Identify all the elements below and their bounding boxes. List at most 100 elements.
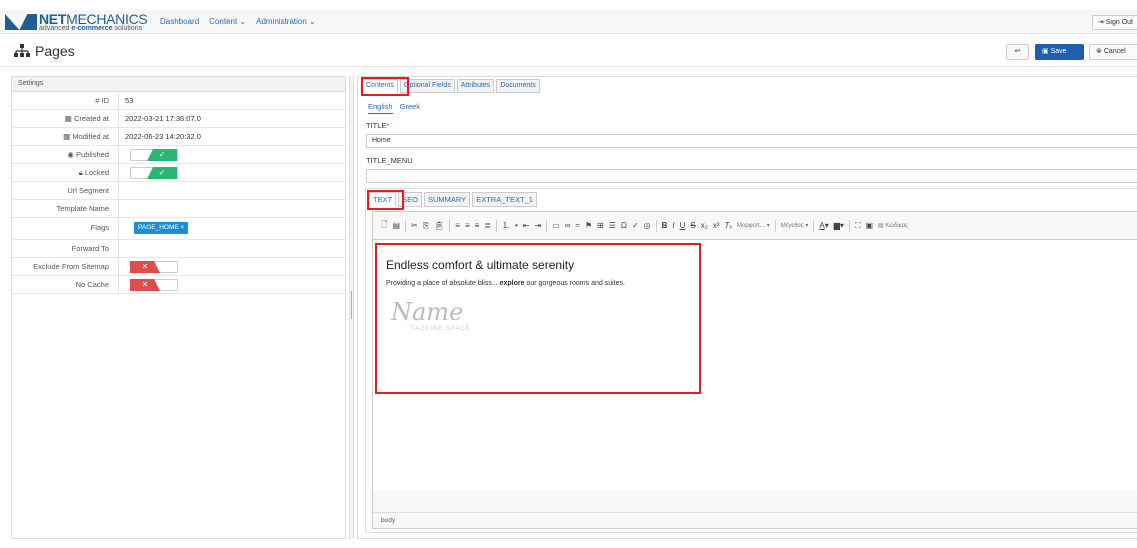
- bold-icon[interactable]: B: [662, 221, 668, 230]
- image-icon[interactable]: ▭: [552, 221, 560, 230]
- align-left-icon[interactable]: ≡: [455, 221, 460, 230]
- underline-icon[interactable]: U: [680, 221, 686, 230]
- forward-to-field[interactable]: [118, 240, 125, 257]
- align-center-icon[interactable]: ≡: [465, 221, 470, 230]
- unlink-icon[interactable]: ≈: [575, 221, 579, 230]
- editor-status-bar[interactable]: body: [373, 512, 1137, 528]
- text-color-icon[interactable]: A▾: [819, 221, 828, 230]
- brand-logo[interactable]: NETMECHANICS advanced e-commerce solutio…: [5, 12, 148, 32]
- superscript-icon[interactable]: x²: [713, 221, 720, 230]
- flags-label: Flags: [90, 223, 109, 232]
- template-name-label: Template Name: [56, 204, 109, 213]
- source-label: Κώδικας: [885, 223, 908, 229]
- nav-dashboard[interactable]: Dashboard: [160, 17, 199, 26]
- back-arrow-icon: ↩: [1014, 48, 1021, 55]
- link-icon[interactable]: ∞: [565, 221, 571, 230]
- special-char-icon[interactable]: Ω: [621, 221, 627, 230]
- editor-paragraph[interactable]: Providing a place of absolute bliss... e…: [386, 280, 625, 287]
- subscript-icon[interactable]: x₂: [701, 221, 708, 230]
- template-name-field[interactable]: [118, 200, 125, 217]
- sign-out-button[interactable]: ⇥ Sign Out: [1091, 15, 1137, 30]
- title-input[interactable]: Home: [366, 134, 1137, 148]
- settings-row-flags: Flags PAGE_HOME ×: [12, 218, 345, 240]
- published-toggle[interactable]: ✓: [130, 149, 178, 161]
- highlight-box: [367, 190, 404, 210]
- settings-heading: Settings: [12, 77, 345, 92]
- size-dropdown[interactable]: Μέγεθος ▾: [781, 222, 809, 229]
- show-blocks-icon[interactable]: ▣: [865, 221, 873, 230]
- settings-row-forward: Forward To: [12, 240, 345, 258]
- horizontal-line-icon[interactable]: ☰: [609, 221, 616, 230]
- strikethrough-icon[interactable]: S: [690, 221, 695, 230]
- italic-icon[interactable]: I: [672, 221, 674, 230]
- settings-row-created: ▦ Created at 2022-03-21 17:36:07.0: [12, 110, 345, 128]
- calendar-icon: ▦: [64, 114, 74, 123]
- source-button[interactable]: ▤ Κώδικας: [878, 222, 908, 229]
- no-cache-label: No Cache: [75, 280, 109, 289]
- check-icon: ✓: [147, 167, 177, 179]
- iframe-icon[interactable]: ◎: [644, 221, 651, 230]
- bulleted-list-icon[interactable]: •: [515, 221, 518, 230]
- nav-content[interactable]: Content ⌄: [209, 17, 246, 26]
- paragraph-text-2: our gorgeous rooms and suites.: [524, 280, 625, 287]
- logo-tagline-text: TAGLINE SPACE: [411, 326, 471, 332]
- locked-toggle[interactable]: ✓: [130, 167, 178, 179]
- numbered-list-icon[interactable]: ⒈: [502, 220, 510, 231]
- cancel-circle-icon: ⊗: [1096, 48, 1102, 55]
- maximize-icon[interactable]: ⛶: [855, 221, 861, 231]
- new-page-icon[interactable]: 🗋︎: [381, 219, 387, 233]
- lang-greek[interactable]: Greek: [400, 102, 420, 114]
- paste-icon[interactable]: 📋︎: [434, 221, 444, 230]
- templates-icon[interactable]: ▤: [392, 221, 400, 230]
- back-button[interactable]: ↩: [1006, 44, 1029, 60]
- name-logo-image[interactable]: Name TAGLINE SPACE: [391, 298, 511, 348]
- outdent-icon[interactable]: ⇤: [523, 221, 530, 230]
- logo-name-text: Name: [391, 298, 464, 326]
- brand-tagline-bold: e-commerce: [71, 25, 113, 32]
- created-label: Created at: [73, 114, 109, 123]
- format-dropdown[interactable]: Μορφοπ... ▾: [737, 222, 770, 229]
- remove-format-icon[interactable]: Tₓ: [725, 221, 733, 230]
- flag-tag[interactable]: PAGE_HOME ×: [134, 222, 189, 234]
- editor-toolbar: 🗋︎ ▤ ✂ ⎘ 📋︎ ≡ ≡ ≡ ≣ ⒈ • ⇤ ⇥ ▭ ∞ ≈ ⚑ ⊞ ☰ …: [373, 212, 1137, 240]
- cancel-button[interactable]: ⊗ Cancel: [1089, 44, 1137, 60]
- save-button[interactable]: ▣ Save: [1035, 44, 1084, 60]
- calendar-icon: ▦: [63, 132, 73, 141]
- url-segment-field[interactable]: [118, 182, 125, 199]
- splitter-grip[interactable]: [351, 291, 352, 319]
- cut-icon[interactable]: ✂: [411, 221, 418, 230]
- id-label: ID: [101, 96, 110, 105]
- remove-tag-icon[interactable]: ×: [181, 224, 185, 231]
- cancel-label: Cancel: [1103, 48, 1126, 55]
- anchor-flag-icon[interactable]: ⚑: [585, 221, 592, 230]
- nav-administration[interactable]: Administration ⌄: [256, 17, 316, 26]
- align-right-icon[interactable]: ≡: [475, 221, 480, 230]
- x-icon: ✕: [130, 261, 160, 273]
- logo-mark-icon: [5, 14, 37, 30]
- tab-extra-text-1[interactable]: EXTRA_TEXT_1: [472, 192, 537, 207]
- copy-icon[interactable]: ⎘: [423, 221, 429, 231]
- align-justify-icon[interactable]: ≣: [484, 221, 491, 230]
- x-icon: ✕: [130, 279, 160, 291]
- tab-summary[interactable]: SUMMARY: [424, 192, 471, 207]
- panel-splitter[interactable]: [349, 76, 354, 539]
- exclude-sitemap-toggle[interactable]: ✕: [130, 261, 178, 273]
- highlight-box: [361, 77, 409, 96]
- title-menu-input[interactable]: [366, 169, 1137, 183]
- flag-tag-label: PAGE_HOME: [138, 224, 179, 231]
- no-cache-toggle[interactable]: ✕: [130, 279, 178, 291]
- spellcheck-icon[interactable]: ✓: [632, 221, 639, 230]
- chevron-down-icon: ⌄: [239, 17, 247, 26]
- settings-row-id: # ID 53: [12, 92, 345, 110]
- lang-english[interactable]: English: [368, 102, 393, 114]
- table-icon[interactable]: ⊞: [597, 221, 604, 230]
- tab-attributes[interactable]: Attributes: [456, 79, 495, 93]
- editor-heading[interactable]: Endless comfort & ultimate serenity: [386, 258, 574, 272]
- bg-color-icon[interactable]: ▆▾: [834, 221, 844, 230]
- settings-row-locked: 🔒︎ Locked ✓: [12, 164, 345, 182]
- chevron-down-icon: ⌄: [309, 17, 316, 26]
- indent-icon[interactable]: ⇥: [535, 221, 542, 230]
- tab-documents[interactable]: Documents: [496, 79, 540, 93]
- brand-tagline-post: solutions: [112, 25, 143, 32]
- editor-content-area[interactable]: Endless comfort & ultimate serenity Prov…: [373, 240, 1137, 490]
